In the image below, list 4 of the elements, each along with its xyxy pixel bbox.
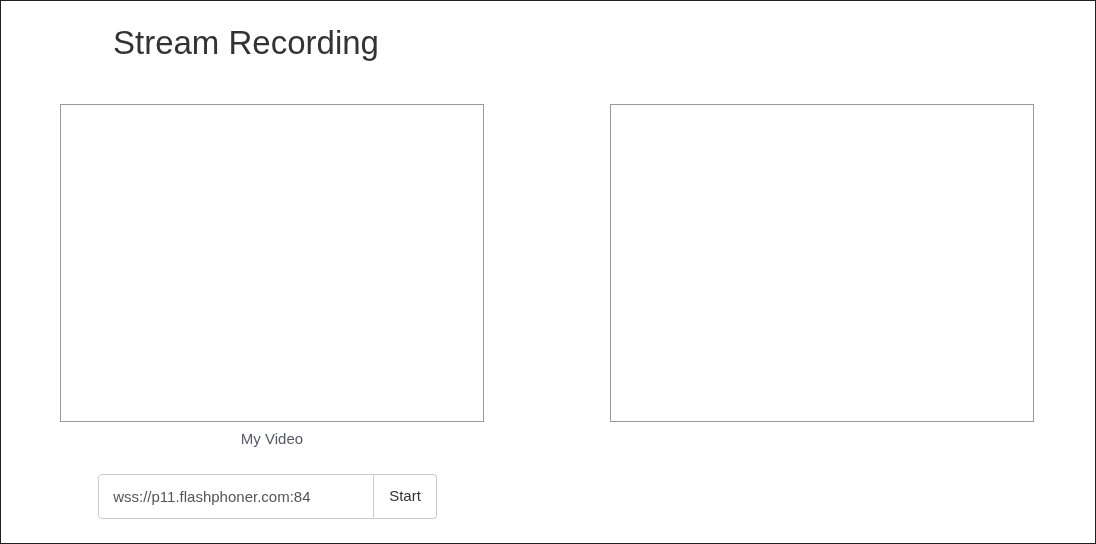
start-button[interactable]: Start — [374, 473, 437, 519]
page-title: Stream Recording — [113, 23, 379, 63]
server-url-field[interactable]: wss://p11.flashphoner.com:84 — [98, 473, 375, 519]
video-caption: My Video — [240, 429, 304, 449]
